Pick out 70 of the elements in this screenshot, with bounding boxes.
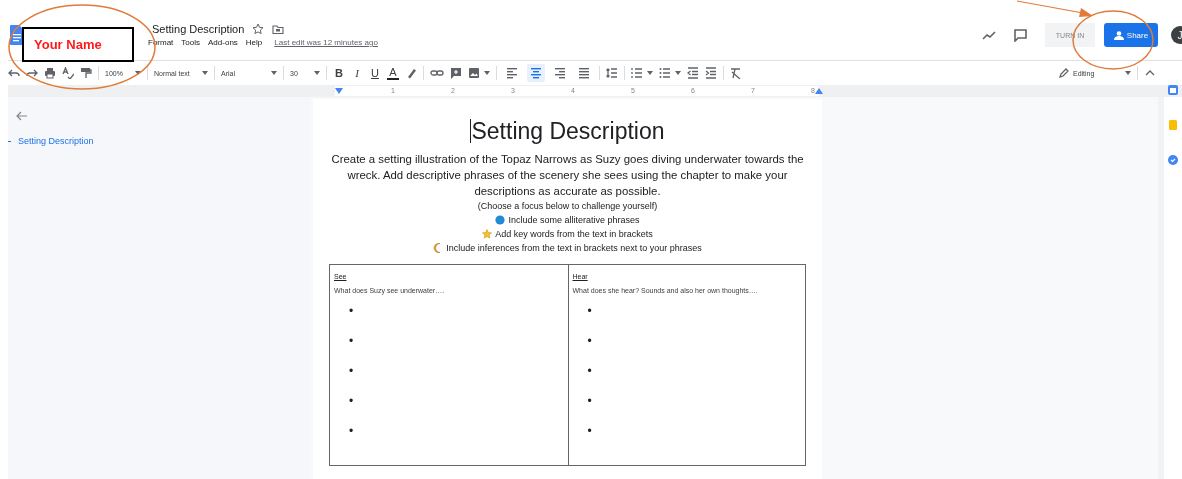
bullet-point: • [586, 333, 593, 350]
caret-icon[interactable] [647, 71, 653, 75]
document-heading: Setting Description [471, 117, 665, 145]
calendar-icon[interactable] [1168, 85, 1178, 95]
back-arrow-icon[interactable] [16, 111, 28, 121]
link-icon[interactable] [430, 67, 444, 79]
align-icon [578, 67, 590, 79]
text-color-button[interactable]: A [387, 66, 399, 80]
caret-icon[interactable] [135, 71, 141, 75]
caret-icon[interactable] [202, 71, 208, 75]
bullet-point: • [586, 363, 593, 380]
last-edit-link[interactable]: Last edit was 12 minutes ago [274, 38, 378, 47]
bulleted-list-icon[interactable] [659, 67, 671, 79]
caret-icon[interactable] [675, 71, 681, 75]
bullet-point: • [348, 393, 355, 410]
pencil-icon [1059, 68, 1069, 78]
globe-icon [495, 215, 506, 225]
bullet-point: • [348, 333, 355, 350]
avatar[interactable]: J [1171, 26, 1182, 44]
challenge-text: Include some alliterative phrases [508, 214, 640, 227]
spellcheck-icon[interactable] [62, 67, 74, 79]
line-spacing-icon[interactable] [606, 67, 618, 79]
star-icon [482, 229, 493, 239]
italic-button[interactable]: I [351, 67, 363, 79]
align-button[interactable] [527, 64, 545, 82]
document-title[interactable]: Setting Description [148, 23, 245, 35]
caret-icon[interactable] [271, 71, 277, 75]
star-icon[interactable] [252, 23, 265, 35]
increase-indent-icon[interactable] [705, 67, 717, 79]
align-icon [554, 67, 566, 79]
caret-icon[interactable] [1125, 71, 1131, 75]
outline-item[interactable]: Setting Description [18, 136, 94, 146]
align-icon [530, 67, 542, 79]
challenge-text: Include inferences from the text in brackets next to your phrases [446, 242, 702, 255]
activity-trend-icon[interactable] [982, 30, 996, 40]
bold-button[interactable]: B [333, 67, 345, 79]
focus-note: (Choose a focus below to challenge yourself) [476, 200, 659, 213]
bullet-point: • [586, 393, 593, 410]
tasks-icon[interactable] [1168, 155, 1178, 165]
highlighter-icon[interactable] [405, 67, 417, 79]
print-icon[interactable] [44, 67, 56, 79]
comment-icon[interactable] [1014, 28, 1027, 42]
underline-button[interactable]: U [369, 67, 381, 79]
menu-item[interactable]: Tools [181, 38, 201, 47]
caret-icon[interactable] [484, 71, 490, 75]
add-comment-icon[interactable] [450, 67, 462, 79]
menu-item[interactable]: Help [245, 38, 263, 47]
bullet-point: • [348, 363, 355, 380]
menu-item[interactable]: Add-ons [208, 38, 238, 47]
share-button[interactable]: Share [1104, 23, 1158, 47]
indent-marker-icon[interactable] [815, 88, 823, 94]
caret-icon[interactable] [314, 71, 320, 75]
align-icon [506, 67, 518, 79]
decrease-indent-icon[interactable] [687, 67, 699, 79]
name-label: Your Name [22, 27, 134, 62]
clear-formatting-icon[interactable] [730, 67, 742, 79]
text-cursor [470, 119, 472, 143]
bullet-point: • [348, 423, 355, 440]
instructions-paragraph: Create a setting illustration of the Topaz Narrows as Suzy goes diving underwater towards the wreck. Add descriptive phrases of the scenery she sees using the chapter to make your descriptions as accurate as possible. [330, 152, 805, 199]
image-icon[interactable] [468, 67, 480, 79]
bullet-point: • [586, 303, 593, 320]
undo-icon[interactable] [8, 67, 20, 79]
bullet-point: • [586, 423, 593, 440]
challenge-text: Add key words from the text in brackets [495, 228, 653, 241]
paint-format-icon[interactable] [80, 67, 92, 79]
indent-marker-icon[interactable] [335, 88, 343, 94]
redo-icon[interactable] [26, 67, 38, 79]
folder-icon[interactable] [272, 23, 285, 35]
bullet-point: • [348, 303, 355, 320]
person-icon [1113, 30, 1124, 40]
